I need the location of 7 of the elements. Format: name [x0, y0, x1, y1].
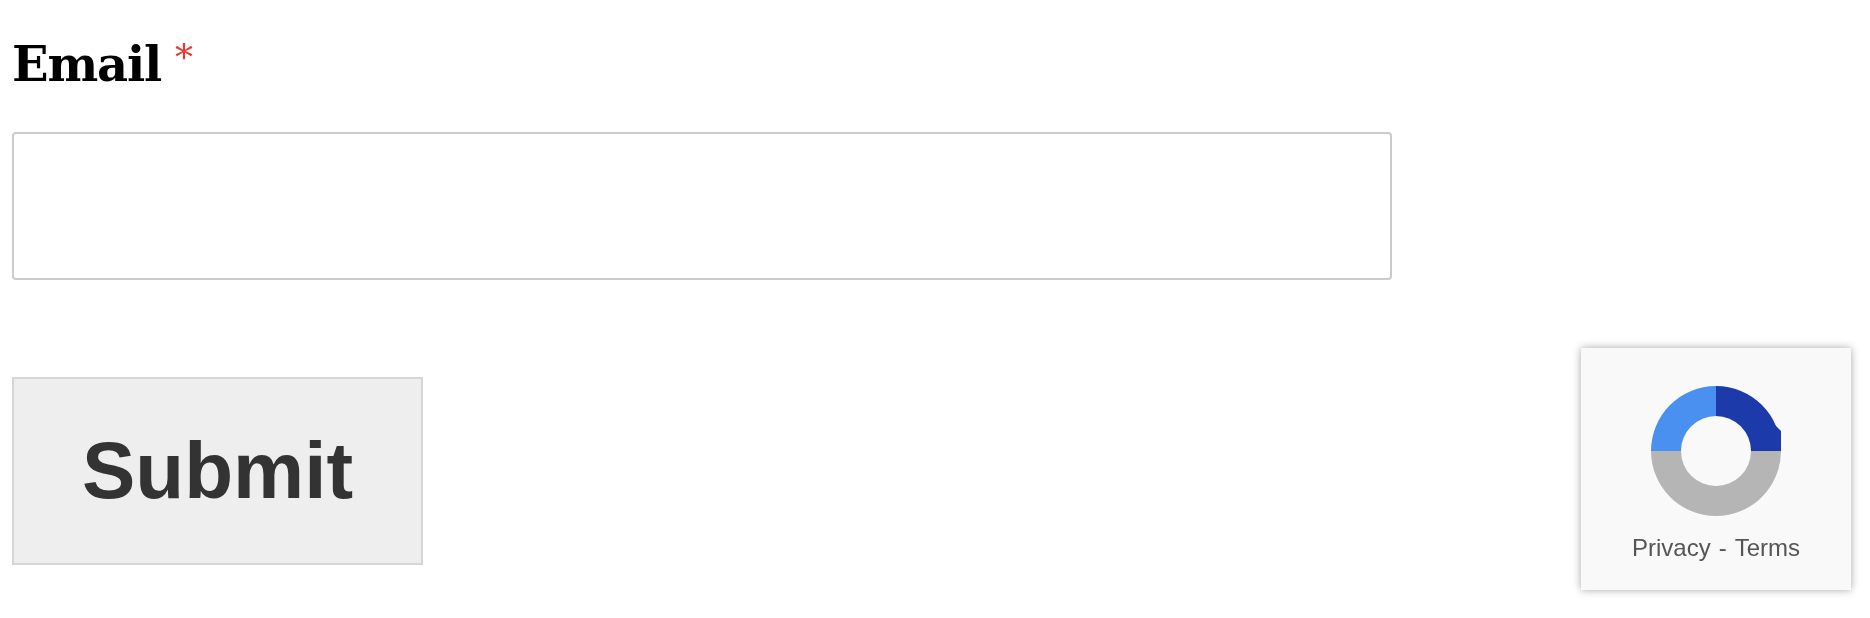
email-field[interactable]: [12, 132, 1392, 280]
required-mark: *: [174, 40, 193, 76]
submit-button[interactable]: Submit: [12, 377, 423, 565]
link-separator: -: [1718, 533, 1727, 563]
terms-link[interactable]: Terms: [1734, 530, 1800, 566]
field-label: Email: [12, 40, 161, 88]
privacy-link[interactable]: Privacy: [1632, 530, 1711, 566]
